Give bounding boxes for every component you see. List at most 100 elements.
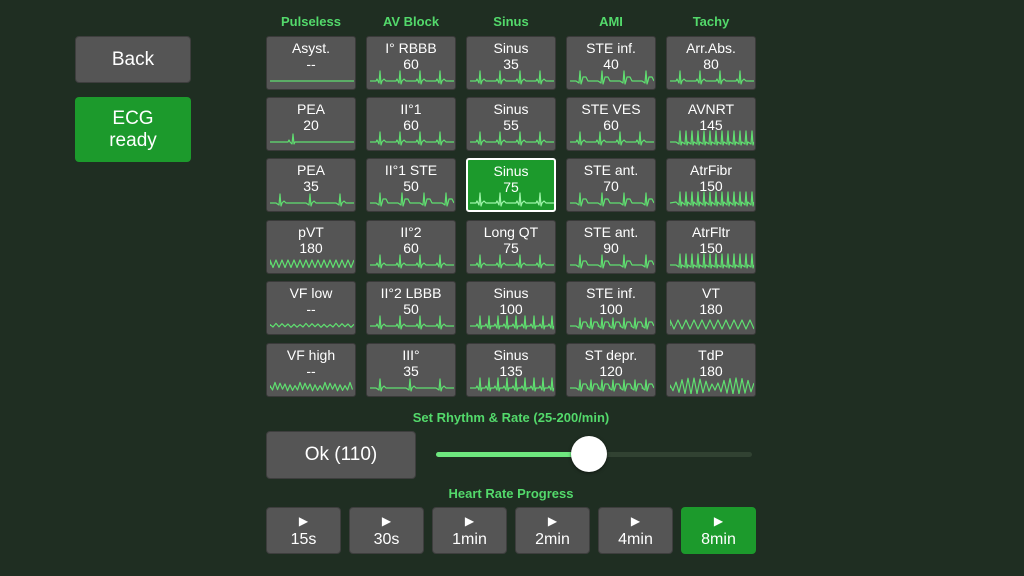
ecg-trace-icon xyxy=(370,254,454,269)
rate-slider[interactable] xyxy=(436,436,752,472)
rhythm-tile[interactable]: STE ant. 90 xyxy=(566,220,656,274)
rhythm-name: VT xyxy=(702,285,720,301)
rhythm-tile[interactable]: Sinus 100 xyxy=(466,281,556,335)
progress-button-label: 30s xyxy=(373,531,400,548)
rhythm-name: Sinus xyxy=(493,40,529,56)
rhythm-tile[interactable]: II°1 STE 50 xyxy=(366,158,456,212)
rhythm-tile[interactable]: Sinus 135 xyxy=(466,343,556,397)
ecg-trace-icon xyxy=(270,193,354,207)
ecg-trace-icon xyxy=(370,131,454,146)
rhythm-tile[interactable]: III° 35 xyxy=(366,343,456,397)
rhythm-tile[interactable]: TdP 180 xyxy=(666,343,756,397)
rhythm-name: II°1 STE xyxy=(384,162,438,178)
rhythm-name: Long QT xyxy=(483,224,539,240)
rhythm-name: PEA xyxy=(296,162,325,178)
play-icon: ▶ xyxy=(630,514,641,528)
rhythm-name: AtrFibr xyxy=(690,162,732,178)
rhythm-name: TdP xyxy=(698,347,724,363)
rhythm-tile[interactable]: AtrFibr 150 xyxy=(666,158,756,212)
ecg-trace-icon xyxy=(470,131,554,146)
ecg-ready-button[interactable]: ECG ready xyxy=(75,97,191,162)
ecg-trace-icon xyxy=(270,80,354,82)
progress-section-label: Heart Rate Progress xyxy=(448,486,574,501)
rhythm-tile[interactable]: Asyst. -- xyxy=(266,36,356,90)
ecg-trace-icon xyxy=(370,378,454,392)
ecg-trace-icon xyxy=(270,259,354,269)
rhythm-name: pVT xyxy=(298,224,324,240)
rhythm-name: STE inf. xyxy=(586,40,636,56)
column-header: Pulseless xyxy=(281,14,341,29)
rhythm-tile[interactable]: Sinus 75 xyxy=(466,158,556,212)
ecg-trace-icon xyxy=(470,315,554,330)
progress-button-label: 2min xyxy=(535,531,570,548)
ecg-trace-icon xyxy=(270,133,354,145)
column-header: AV Block xyxy=(382,14,440,29)
ecg-trace-icon xyxy=(670,130,754,146)
rhythm-tile[interactable]: I° RBBB 60 xyxy=(366,36,456,90)
play-icon: ▶ xyxy=(298,514,309,528)
rhythm-tile[interactable]: AtrFltr 150 xyxy=(666,220,756,274)
rhythm-name: II°2 xyxy=(400,224,422,240)
ecg-trace-icon xyxy=(470,254,554,269)
ecg-trace-icon xyxy=(570,317,654,330)
progress-button-label: 15s xyxy=(290,531,317,548)
rhythm-name: II°1 xyxy=(400,101,422,117)
rhythm-tile[interactable]: pVT 180 xyxy=(266,220,356,274)
rhythm-name: AtrFltr xyxy=(691,224,731,240)
rate-slider-thumb[interactable] xyxy=(571,436,607,472)
progress-button-label: 4min xyxy=(618,531,653,548)
back-button[interactable]: Back xyxy=(75,36,191,83)
rhythm-name: Sinus xyxy=(493,163,529,179)
rhythm-name: Sinus xyxy=(493,101,529,117)
rhythm-name: Arr.Abs. xyxy=(686,40,736,56)
rate-slider-fill xyxy=(436,452,589,457)
rhythm-name: STE ant. xyxy=(583,224,639,240)
progress-button-4min[interactable]: ▶ 4min xyxy=(598,507,673,554)
rhythm-name: STE inf. xyxy=(586,285,636,301)
ecg-trace-icon xyxy=(370,192,454,207)
ok-button[interactable]: Ok (110) xyxy=(266,431,416,479)
ecg-trace-icon xyxy=(470,377,554,392)
progress-button-2min[interactable]: ▶ 2min xyxy=(515,507,590,554)
rhythm-name: ST depr. xyxy=(584,347,638,363)
ecg-trace-icon xyxy=(270,322,354,328)
ecg-trace-icon xyxy=(570,70,654,85)
progress-button-label: 8min xyxy=(701,531,736,548)
progress-button-1min[interactable]: ▶ 1min xyxy=(432,507,507,554)
rhythm-tile[interactable]: VT 180 xyxy=(666,281,756,335)
ecg-trace-icon xyxy=(570,192,654,207)
rhythm-tile[interactable]: VF high -- xyxy=(266,343,356,397)
column-header: Sinus xyxy=(493,14,529,29)
rhythm-tile[interactable]: II°2 LBBB 50 xyxy=(366,281,456,335)
rhythm-name: STE ant. xyxy=(583,162,639,178)
progress-button-8min[interactable]: ▶ 8min xyxy=(681,507,756,554)
rhythm-name: VF low xyxy=(289,285,333,301)
ecg-trace-icon xyxy=(270,381,354,392)
rhythm-tile[interactable]: Sinus 55 xyxy=(466,97,556,151)
rhythm-tile[interactable]: II°1 60 xyxy=(366,97,456,151)
ecg-trace-icon xyxy=(670,319,754,330)
rhythm-tile[interactable]: Sinus 35 xyxy=(466,36,556,90)
rhythm-tile[interactable]: AVNRT 145 xyxy=(666,97,756,151)
rhythm-tile[interactable]: STE ant. 70 xyxy=(566,158,656,212)
ecg-trace-icon xyxy=(670,70,754,85)
rhythm-tile[interactable]: STE VES 60 xyxy=(566,97,656,151)
rhythm-name: III° xyxy=(402,347,420,363)
rhythm-name: VF high xyxy=(286,347,336,363)
rhythm-tile[interactable]: Long QT 75 xyxy=(466,220,556,274)
progress-button-30s[interactable]: ▶ 30s xyxy=(349,507,424,554)
rhythm-tile[interactable]: STE inf. 100 xyxy=(566,281,656,335)
rhythm-tile[interactable]: II°2 60 xyxy=(366,220,456,274)
ecg-trace-icon xyxy=(570,131,654,146)
progress-button-15s[interactable]: ▶ 15s xyxy=(266,507,341,554)
play-icon: ▶ xyxy=(464,514,475,528)
rhythm-tile[interactable]: STE inf. 40 xyxy=(566,36,656,90)
rhythm-tile[interactable]: Arr.Abs. 80 xyxy=(666,36,756,90)
rhythm-tile[interactable]: PEA 20 xyxy=(266,97,356,151)
rhythm-name: STE VES xyxy=(581,101,641,117)
rhythm-tile[interactable]: VF low -- xyxy=(266,281,356,335)
rhythm-tile[interactable]: ST depr. 120 xyxy=(566,343,656,397)
rhythm-tile[interactable]: PEA 35 xyxy=(266,158,356,212)
ecg-trace-icon xyxy=(470,70,554,85)
progress-button-label: 1min xyxy=(452,531,487,548)
